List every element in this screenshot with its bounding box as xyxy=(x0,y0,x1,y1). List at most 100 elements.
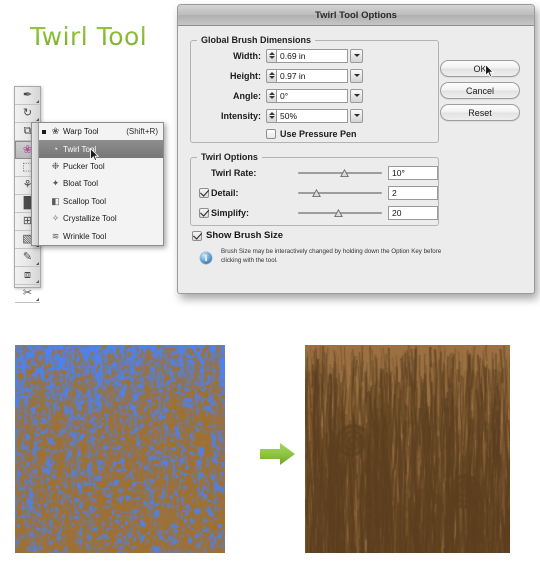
pen-tool-icon: ✒ xyxy=(22,89,33,101)
use-pressure-pen-checkbox[interactable] xyxy=(266,129,276,139)
flyout-selected-marker xyxy=(39,129,48,134)
use-pressure-pen-row[interactable]: Use Pressure Pen xyxy=(191,125,438,143)
show-brush-size-row[interactable]: Show Brush Size xyxy=(192,230,283,241)
simplify-checkbox-slot xyxy=(199,207,211,218)
angle-input[interactable]: 0° xyxy=(276,88,348,103)
twirl-rate-slider[interactable] xyxy=(298,166,382,180)
detail-slider-track xyxy=(298,191,382,194)
angle-stepper[interactable] xyxy=(266,88,276,103)
dialog-button-column: OK Cancel Reset xyxy=(440,60,520,126)
simplify-checkbox[interactable] xyxy=(199,207,209,218)
pucker-tool-icon: ❉ xyxy=(51,161,60,172)
cancel-button-label: Cancel xyxy=(465,85,494,96)
detail-label: Detail: xyxy=(211,187,239,198)
detail-row: Detail: 2 xyxy=(191,183,438,202)
twirl-options-legend: Twirl Options xyxy=(201,152,258,162)
global-brush-rows: Width: 0.69 in Height: 0.97 in Angle: 0° Inten… xyxy=(191,46,438,125)
warp-tool-flyout[interactable]: ❀ Warp Tool (Shift+R) ◔ Twirl Tool ❉ Pucker To… xyxy=(31,122,164,246)
global-brush-legend: Global Brush Dimensions xyxy=(201,35,312,45)
simplify-slider[interactable] xyxy=(298,206,382,220)
width-input[interactable]: 0.69 in xyxy=(276,48,348,63)
flyout-item-crystallize-tool[interactable]: ✧ Crystallize Tool xyxy=(39,210,163,227)
twirl-rate-row: Twirl Rate: 10° xyxy=(191,163,438,182)
use-pressure-pen-label: Use Pressure Pen xyxy=(280,129,357,139)
twirl-rate-slider-thumb[interactable] xyxy=(339,168,349,178)
intensity-row: Intensity: 50% xyxy=(191,106,438,125)
flyout-item-warp-tool[interactable]: ❀ Warp Tool (Shift+R) xyxy=(39,123,163,140)
slice-tool[interactable]: ✂ xyxy=(15,285,40,303)
flyout-tearoff-handle[interactable] xyxy=(32,123,39,245)
texture-before-blue xyxy=(15,345,225,553)
eyedropper-tool-icon: ✎ xyxy=(22,251,33,263)
show-brush-size-label: Show Brush Size xyxy=(206,230,284,241)
flyout-item-pucker-tool[interactable]: ❉ Pucker Tool xyxy=(39,158,163,175)
simplify-input[interactable]: 20 xyxy=(388,205,438,220)
info-icon xyxy=(199,251,213,265)
dialog-title: Twirl Tool Options xyxy=(315,9,397,21)
flyout-item-wrinkle-tool[interactable]: ≋ Wrinkle Tool xyxy=(39,228,163,245)
intensity-stepper[interactable] xyxy=(266,108,276,123)
pen-tool[interactable]: ✒ xyxy=(15,87,40,105)
detail-slider[interactable] xyxy=(298,186,382,200)
twirl-rate-label: Twirl Rate: xyxy=(211,167,257,178)
angle-dropdown-button[interactable] xyxy=(350,88,363,103)
tool-group-corner-icon xyxy=(36,262,39,265)
detail-slider-thumb[interactable] xyxy=(312,188,321,198)
flyout-item-label: Warp Tool xyxy=(63,127,99,137)
flyout-item-scallop-tool[interactable]: ◧ Scallop Tool xyxy=(39,193,163,210)
right-arrow-icon xyxy=(260,443,295,465)
flyout-item-label: Crystallize Tool xyxy=(63,214,117,224)
mouse-cursor-icon xyxy=(485,64,494,78)
page-title: Twirl Tool xyxy=(30,22,148,51)
width-stepper[interactable] xyxy=(266,48,276,63)
hint-box: Brush Size may be interactively changed … xyxy=(198,248,448,267)
simplify-slider-thumb[interactable] xyxy=(333,208,343,218)
intensity-input[interactable]: 50% xyxy=(276,108,348,123)
flyout-item-shortcut: (Shift+R) xyxy=(126,127,158,137)
height-label: Height: xyxy=(230,70,261,81)
width-label: Width: xyxy=(233,50,261,61)
blend-tool[interactable]: ⧈ xyxy=(15,267,40,285)
wrinkle-tool-icon: ≋ xyxy=(51,230,60,241)
cancel-button[interactable]: Cancel xyxy=(440,82,520,99)
angle-label: Angle: xyxy=(233,90,261,101)
height-input[interactable]: 0.97 in xyxy=(276,68,348,83)
reset-button[interactable]: Reset xyxy=(440,104,520,121)
flyout-item-label: Pucker Tool xyxy=(63,162,105,172)
blend-tool-icon: ⧈ xyxy=(24,269,31,281)
dialog-titlebar[interactable]: Twirl Tool Options xyxy=(178,5,534,26)
chevron-down-icon xyxy=(353,54,360,57)
width-row: Width: 0.69 in xyxy=(191,46,438,65)
detail-checkbox[interactable] xyxy=(199,187,209,198)
flyout-item-bloat-tool[interactable]: ✦ Bloat Tool xyxy=(39,175,163,192)
flyout-item-label: Bloat Tool xyxy=(63,179,98,189)
flyout-item-label: Twirl Tool xyxy=(63,144,97,154)
chevron-down-icon xyxy=(353,74,360,77)
intensity-dropdown-button[interactable] xyxy=(350,108,363,123)
simplify-row: Simplify: 20 xyxy=(191,203,438,222)
flyout-item-label: Scallop Tool xyxy=(63,196,106,206)
reset-button-label: Reset xyxy=(468,107,492,118)
ok-button[interactable]: OK xyxy=(440,60,520,78)
slice-tool-icon: ✂ xyxy=(22,287,33,299)
twirl-options-rows: Twirl Rate: 10° Detail: 2 Simplify: 20 xyxy=(191,163,438,222)
dialog-body: Global Brush Dimensions Width: 0.69 in Hei… xyxy=(178,26,534,293)
twirl-tool-icon: ◔ xyxy=(52,144,59,155)
scallop-tool-icon: ◧ xyxy=(51,195,60,206)
texture-after-wood xyxy=(305,345,510,553)
crystallize-tool-icon: ✧ xyxy=(51,213,60,224)
height-row: Height: 0.97 in xyxy=(191,66,438,85)
tool-group-corner-icon xyxy=(36,118,39,121)
twirl-tool-options-dialog: Twirl Tool Options Global Brush Dimensio… xyxy=(177,4,535,294)
eyedropper-tool[interactable]: ✎ xyxy=(15,249,40,267)
global-brush-dimensions-group: Global Brush Dimensions Width: 0.69 in Hei… xyxy=(190,35,439,143)
height-stepper[interactable] xyxy=(266,68,276,83)
detail-input[interactable]: 2 xyxy=(388,185,438,200)
show-brush-size-checkbox[interactable] xyxy=(192,230,202,241)
twirl-rate-input[interactable]: 10° xyxy=(388,165,438,180)
width-dropdown-button[interactable] xyxy=(350,48,363,63)
rotate-tool[interactable]: ↻ xyxy=(15,105,40,123)
height-dropdown-button[interactable] xyxy=(350,68,363,83)
flyout-item-twirl-tool[interactable]: ◔ Twirl Tool xyxy=(39,140,163,158)
flyout-item-label: Wrinkle Tool xyxy=(63,231,107,241)
